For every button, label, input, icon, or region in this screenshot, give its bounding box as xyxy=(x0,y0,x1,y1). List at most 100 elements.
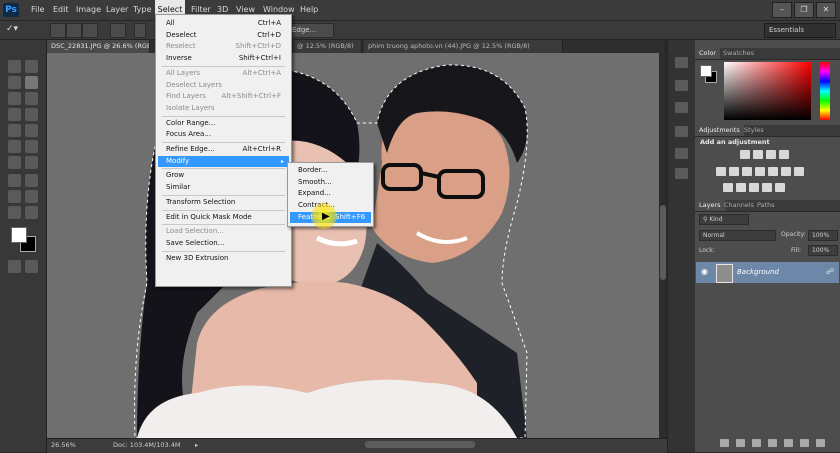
select-menu-item-load-selection[interactable]: Load Selection... xyxy=(158,226,289,238)
select-menu-item-grow[interactable]: Grow xyxy=(158,170,289,182)
history-panel-icon[interactable] xyxy=(675,57,688,68)
tab-swatches[interactable]: Swatches xyxy=(719,48,758,59)
eyedropper-tool-icon[interactable] xyxy=(25,92,38,105)
color-spectrum[interactable] xyxy=(724,62,811,120)
channel-mixer-icon[interactable] xyxy=(781,167,791,176)
color-lookup-icon[interactable] xyxy=(794,167,804,176)
brightness-contrast-icon[interactable] xyxy=(740,150,750,159)
pen-tool-icon[interactable] xyxy=(8,174,21,187)
selective-color-icon[interactable] xyxy=(775,183,785,192)
modify-submenu-item-smooth[interactable]: Smooth... xyxy=(290,177,371,189)
select-menu-item-focus-area[interactable]: Focus Area... xyxy=(158,129,289,141)
tab-color[interactable]: Color xyxy=(695,48,720,59)
eraser-tool-icon[interactable] xyxy=(8,140,21,153)
sample-all-layers-checkbox[interactable] xyxy=(134,23,146,38)
quick-selection-tool-icon[interactable]: ✓▾ xyxy=(6,24,30,36)
photo-filter-icon[interactable] xyxy=(768,167,778,176)
tab-document-3[interactable]: phim truong aphoto.vn (44).JPG @ 12.5% (… xyxy=(364,40,563,53)
tab-document-1[interactable]: DSC_22831.JPG @ 26.6% (RGB/8) xyxy=(47,40,150,53)
select-menu-item-similar[interactable]: Similar xyxy=(158,182,289,194)
panel-foreground-swatch[interactable] xyxy=(700,65,712,77)
close-icon[interactable]: ✕ xyxy=(816,2,836,18)
crop-tool-icon[interactable] xyxy=(8,92,21,105)
quick-mask-icon[interactable] xyxy=(8,260,21,273)
dodge-tool-icon[interactable] xyxy=(25,156,38,169)
menu-help[interactable]: Help xyxy=(300,0,318,20)
info-panel-icon[interactable] xyxy=(675,102,688,113)
layer-style-icon[interactable] xyxy=(736,439,745,447)
menu-type[interactable]: Type xyxy=(133,0,151,20)
layer-mask-icon[interactable] xyxy=(752,439,761,447)
new-layer-icon[interactable] xyxy=(800,439,809,447)
menu-image[interactable]: Image xyxy=(76,0,101,20)
restore-icon[interactable]: ❐ xyxy=(794,2,814,18)
select-menu-item-find-layers[interactable]: Find Layers Alt+Shift+Ctrl+F xyxy=(158,91,289,103)
minimize-icon[interactable]: – xyxy=(772,2,792,18)
gradient-tool-icon[interactable] xyxy=(25,140,38,153)
select-menu-item-deselect-layers[interactable]: Deselect Layers xyxy=(158,80,289,92)
curves-icon[interactable] xyxy=(766,150,776,159)
layer-row-background[interactable]: ◉ Background ☍ xyxy=(696,262,839,283)
tab-adjustments[interactable]: Adjustments xyxy=(695,125,744,136)
select-menu-item-modify[interactable]: Modify ▸ xyxy=(158,155,289,168)
subtract-selection-icon[interactable] xyxy=(82,23,98,38)
horizontal-scroll-thumb[interactable] xyxy=(365,441,475,448)
healing-brush-icon[interactable] xyxy=(8,108,21,121)
select-menu-item-edit-in-quick-mask-mode[interactable]: Edit in Quick Mask Mode xyxy=(158,212,289,224)
threshold-icon[interactable] xyxy=(749,183,759,192)
move-tool-icon[interactable] xyxy=(25,60,38,73)
select-menu-item-transform-selection[interactable]: Transform Selection xyxy=(158,197,289,209)
posterize-icon[interactable] xyxy=(736,183,746,192)
tab-document-2[interactable]: @ 12.5% (RGB/8) xyxy=(293,40,362,53)
menu-layer[interactable]: Layer xyxy=(106,0,128,20)
select-menu-item-color-range[interactable]: Color Range... xyxy=(158,118,289,130)
select-menu-item-save-selection[interactable]: Save Selection... xyxy=(158,238,289,250)
black-white-icon[interactable] xyxy=(755,167,765,176)
blur-tool-icon[interactable] xyxy=(8,156,21,169)
new-group-icon[interactable] xyxy=(784,439,793,447)
select-menu-item-reselect[interactable]: Reselect Shift+Ctrl+D xyxy=(158,41,289,53)
trash-icon[interactable] xyxy=(816,439,825,447)
select-menu-item-new-3d-extrusion[interactable]: New 3D Extrusion xyxy=(158,253,289,265)
lasso-tool-icon[interactable] xyxy=(8,76,21,89)
tab-paths[interactable]: Paths xyxy=(753,200,779,211)
path-selection-icon[interactable] xyxy=(8,190,21,203)
layer-name[interactable]: Background xyxy=(737,268,779,276)
hand-tool-icon[interactable] xyxy=(8,206,21,219)
blend-mode-select[interactable]: Normal xyxy=(699,230,776,241)
paragraph-panel-icon[interactable] xyxy=(675,168,688,179)
brush-size-icon[interactable] xyxy=(110,23,126,38)
channels-panel-icon[interactable] xyxy=(675,126,688,137)
clone-stamp-icon[interactable] xyxy=(8,124,21,137)
adjustment-layer-icon[interactable] xyxy=(768,439,777,447)
exposure-icon[interactable] xyxy=(779,150,789,159)
workspace-switcher[interactable]: Essentials xyxy=(764,23,836,38)
select-menu-item-inverse[interactable]: Inverse Shift+Ctrl+I xyxy=(158,53,289,65)
marquee-tool-icon[interactable] xyxy=(8,60,21,73)
vibrance-icon[interactable] xyxy=(716,167,726,176)
status-arrow-icon[interactable]: ▸ xyxy=(195,439,198,452)
modify-submenu-item-border[interactable]: Border... xyxy=(290,165,371,177)
hue-slider[interactable] xyxy=(820,62,830,120)
layer-kind-filter[interactable]: ⚲ Kind xyxy=(699,214,749,225)
shape-tool-icon[interactable] xyxy=(25,190,38,203)
zoom-tool-icon[interactable] xyxy=(25,206,38,219)
character-panel-icon[interactable] xyxy=(675,148,688,159)
select-menu-item-all-layers[interactable]: All Layers Alt+Ctrl+A xyxy=(158,68,289,80)
invert-icon[interactable] xyxy=(723,183,733,192)
select-menu-item-isolate-layers[interactable]: Isolate Layers xyxy=(158,103,289,115)
zoom-level[interactable]: 26.56% xyxy=(51,439,76,452)
menu-edit[interactable]: Edit xyxy=(53,0,69,20)
select-menu-item-refine-edge[interactable]: Refine Edge... Alt+Ctrl+R xyxy=(158,144,289,156)
add-to-selection-icon[interactable] xyxy=(66,23,82,38)
history-brush-icon[interactable] xyxy=(25,124,38,137)
tab-styles[interactable]: Styles xyxy=(740,125,768,136)
hue-saturation-icon[interactable] xyxy=(729,167,739,176)
select-menu-item-all[interactable]: All Ctrl+A xyxy=(158,18,289,30)
modify-submenu-item-expand[interactable]: Expand... xyxy=(290,188,371,200)
brush-tool-icon[interactable] xyxy=(25,108,38,121)
color-balance-icon[interactable] xyxy=(742,167,752,176)
opacity-input[interactable]: 100% xyxy=(808,230,838,241)
vertical-scroll-thumb[interactable] xyxy=(660,205,666,280)
fill-input[interactable]: 100% xyxy=(808,245,838,256)
